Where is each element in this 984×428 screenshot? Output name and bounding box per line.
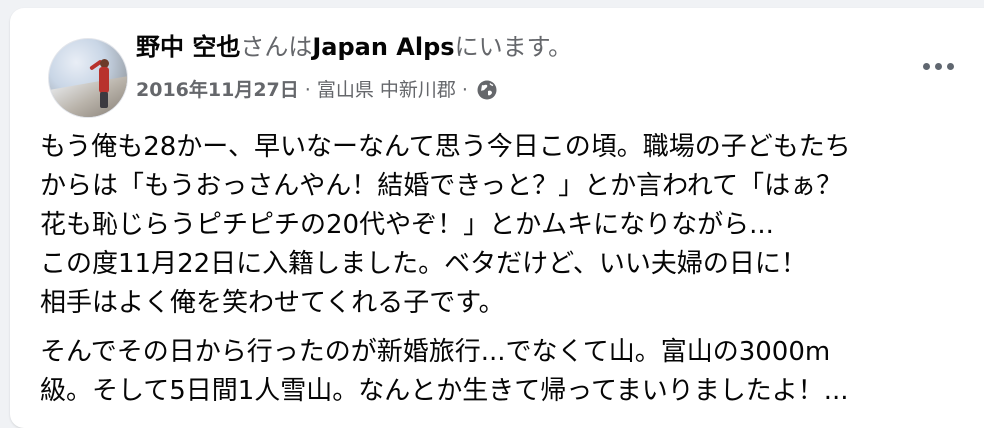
meta-separator-2: · [461, 79, 468, 101]
post-meta: 2016年11月27日 · 富山県 中新川郡 · [136, 76, 498, 104]
post-header: 野中 空也さんはJapan Alpsにいます。 [136, 30, 572, 64]
meta-separator: · [304, 79, 311, 101]
author-name-link[interactable]: 野中 空也 [136, 33, 240, 61]
body-line: もう俺も28かー、早いなーなんて思う今日この頃。職場の子どもたち [40, 132, 851, 162]
post-timestamp-link[interactable]: 2016年11月27日 [136, 76, 299, 104]
place-link[interactable]: 富山県 中新川郡 [317, 76, 456, 104]
body-line: からは「もうおっさんやん！結婚できっと？」とか言われて「はぁ？ [40, 171, 843, 201]
more-options-button[interactable] [918, 52, 958, 80]
body-line: 級。そして5日間1人雪山。なんとか生きて帰ってまいりましたよ！... [40, 376, 849, 406]
author-avatar[interactable] [48, 38, 128, 118]
avatar-mountain [49, 75, 127, 117]
globe-icon[interactable] [476, 79, 498, 101]
avatar-person-body [99, 67, 109, 93]
more-dots-icon [922, 62, 954, 70]
location-prefix: さんは [240, 33, 313, 61]
location-suffix: にいます。 [454, 33, 573, 61]
body-line: この度11月22日に入籍しました。ベタだけど、いい夫婦の日に！ [40, 249, 807, 279]
avatar-person-legs [100, 92, 108, 108]
body-line: 相手はよく俺を笑わせてくれる子です。 [40, 288, 505, 318]
body-line: 花も恥じらうピチピチの20代やぞ！」とかムキになりながら... [40, 210, 774, 240]
location-link[interactable]: Japan Alps [312, 33, 454, 61]
post-body: もう俺も28かー、早いなーなんて思う今日この頃。職場の子どもたち からは「もうお… [40, 128, 980, 411]
body-line: そんでその日から行ったのが新婚旅行...でなくて山。富山の3000m [40, 337, 831, 367]
